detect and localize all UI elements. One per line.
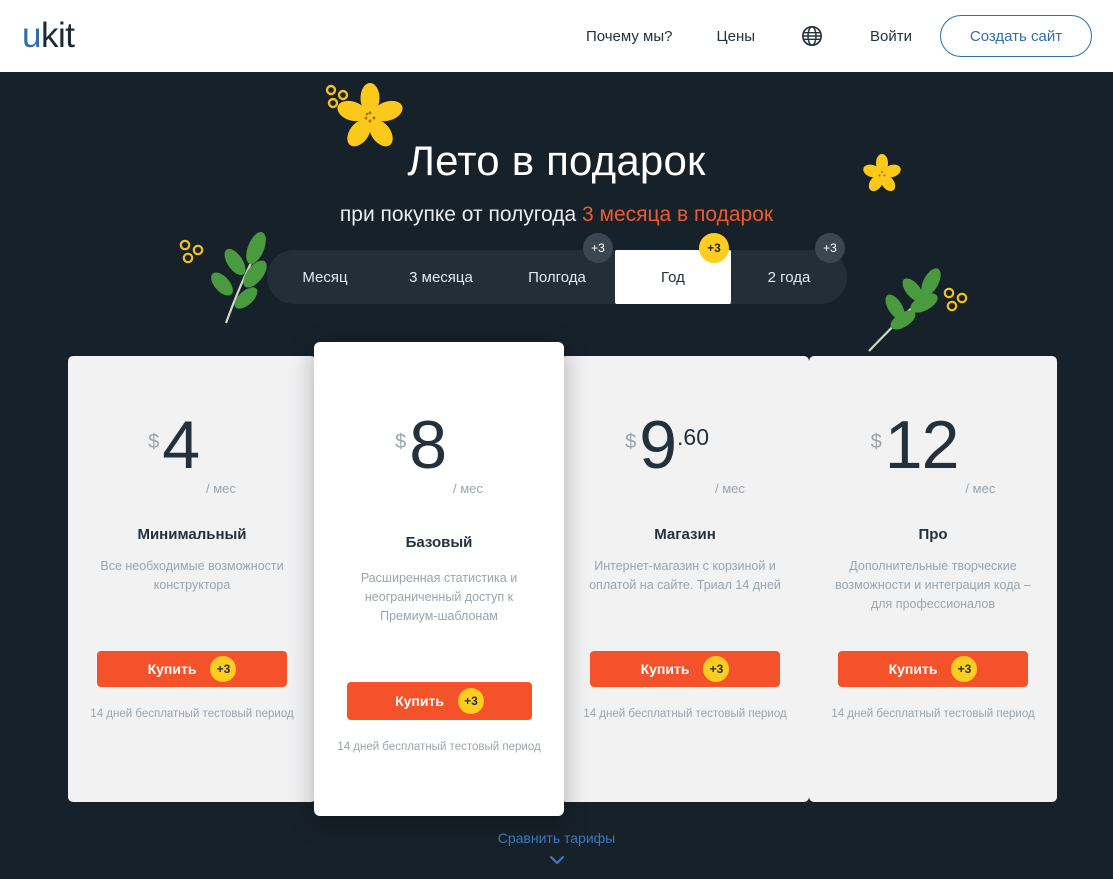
price-amount: 9 (639, 407, 677, 483)
tab-year[interactable]: Год +3 (615, 233, 731, 304)
pricing-page: ukit Почему мы? Цены Войти Создать сайт (0, 0, 1113, 879)
buy-button[interactable]: Купить +3 (347, 682, 532, 720)
plan-name: Про (918, 526, 948, 543)
chevron-down-icon[interactable] (549, 855, 565, 865)
compare-plans-area: Сравнить тарифы (0, 830, 1113, 865)
currency-symbol: $ (395, 431, 407, 453)
create-site-button[interactable]: Создать сайт (940, 15, 1092, 57)
currency-symbol: $ (870, 431, 882, 453)
price-period: / мес (715, 481, 745, 496)
price-amount: 12 (884, 407, 960, 483)
nav-item-login[interactable]: Войти (870, 28, 912, 45)
trial-note: 14 дней бесплатный тестовый период (583, 708, 787, 720)
buy-button[interactable]: Купить +3 (97, 651, 287, 687)
tab-month[interactable]: Месяц (267, 250, 383, 304)
trial-note: 14 дней бесплатный тестовый период (90, 708, 294, 720)
pricing-card-minimal[interactable]: $ 4 / мес Минимальный Все необходимые во… (68, 356, 316, 802)
tab-half-year[interactable]: Полгода +3 (499, 233, 615, 304)
plan-name: Базовый (405, 534, 473, 551)
tab-bonus-badge: +3 (583, 233, 613, 263)
price-row: $ 4 / мес (68, 407, 316, 510)
buy-button-label: Купить (147, 661, 197, 677)
compare-plans-link[interactable]: Сравнить тарифы (498, 830, 616, 846)
plan-name: Магазин (654, 526, 716, 543)
pricing-card-pro[interactable]: $ 12 / мес Про Дополнительные творческие… (809, 356, 1057, 802)
buy-button[interactable]: Купить +3 (590, 651, 780, 687)
currency-symbol: $ (625, 431, 637, 453)
price-period: / мес (965, 481, 996, 496)
tab-3-months[interactable]: 3 месяца (383, 250, 499, 304)
price-period: / мес (206, 481, 236, 496)
plan-description: Дополнительные творческие возможности и … (835, 559, 1031, 611)
buy-button-label: Купить (640, 661, 690, 677)
buy-button-label: Купить (395, 693, 444, 709)
tab-bonus-badge: +3 (815, 233, 845, 263)
buy-bonus-badge: +3 (457, 688, 484, 714)
pricing-cards: $ 4 / мес Минимальный Все необходимые во… (0, 72, 1113, 879)
buy-bonus-badge: +3 (951, 656, 978, 682)
trial-note: 14 дней бесплатный тестовый период (831, 708, 1035, 720)
pricing-card-basic[interactable]: $ 8 / мес Базовый Расширенная статистика… (314, 342, 564, 816)
nav-item-prices[interactable]: Цены (717, 28, 756, 45)
tab-label: Месяц (302, 268, 348, 286)
trial-note: 14 дней бесплатный тестовый период (337, 741, 541, 753)
site-header: ukit Почему мы? Цены Войти Создать сайт (0, 0, 1113, 72)
price-row: $ 8 / мес (314, 407, 564, 510)
price-row: $ 12 / мес (809, 407, 1057, 510)
buy-bonus-badge: +3 (703, 656, 730, 682)
tab-bonus-badge: +3 (699, 233, 729, 263)
logo-u-part: u (22, 16, 41, 55)
buy-bonus-badge: +3 (210, 656, 237, 682)
logo-kit-part: kit (40, 16, 75, 55)
plan-description: Интернет-магазин с корзиной и оплатой на… (589, 559, 781, 592)
plan-description: Расширенная статистика и неограниченный … (360, 571, 518, 623)
nav-item-why-us[interactable]: Почему мы? (586, 28, 673, 45)
price-amount: 4 (162, 407, 200, 483)
price-amount: 8 (409, 407, 447, 483)
hero-section: Лето в подарок при покупке от полугода 3… (0, 72, 1113, 879)
tab-label: 2 года (767, 268, 811, 286)
pricing-card-shop[interactable]: $ 9 .60 / мес Магазин Интернет-магазин с… (561, 356, 809, 802)
tab-2-years[interactable]: 2 года +3 (731, 233, 847, 304)
tab-label: 3 месяца (409, 268, 473, 286)
main-navigation: Почему мы? Цены Войти Создать сайт (586, 0, 1113, 72)
plan-description: Все необходимые возможности конструктора (100, 559, 284, 592)
tab-label: Полгода (528, 268, 586, 286)
tab-label: Год (661, 268, 685, 286)
buy-button-label: Купить (888, 661, 938, 677)
globe-icon[interactable] (801, 25, 823, 47)
price-period: / мес (453, 481, 483, 496)
currency-symbol: $ (148, 431, 160, 453)
price-row: $ 9 .60 / мес (561, 407, 809, 510)
billing-period-tabs: Месяц 3 месяца Полгода +3 Год +3 2 года … (267, 233, 847, 304)
buy-button[interactable]: Купить +3 (838, 651, 1028, 687)
plan-name: Минимальный (137, 526, 247, 543)
logo-ukit[interactable]: ukit (22, 14, 75, 58)
price-cents: .60 (677, 424, 710, 450)
